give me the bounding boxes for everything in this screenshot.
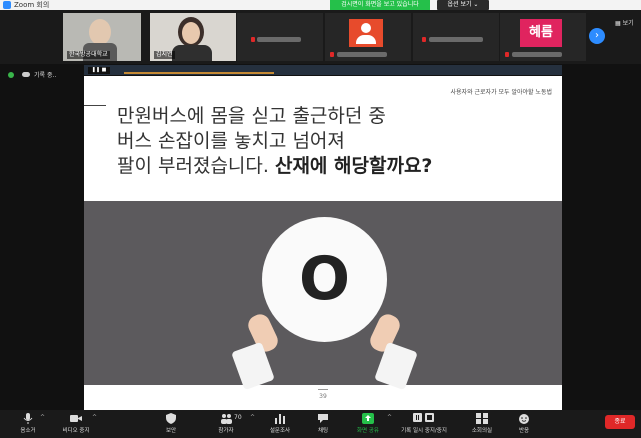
title-bar: Zoom 회의	[0, 0, 641, 10]
cloud-icon	[22, 72, 30, 77]
slide-question-line3: 팔이 부러졌습니다. 산재에 해당할까요?	[117, 155, 432, 177]
slide-question-emphasis: 산재에 해당할까요?	[274, 155, 433, 177]
recording-label: 기록 중..	[34, 72, 57, 79]
slide-page-number: 39	[319, 393, 327, 400]
slide-question-line1: 만원버스에 몸을 싣고 출근하던 중	[117, 105, 386, 127]
mute-button[interactable]: 음소거	[2, 410, 54, 438]
record-label: 기록 일시 중지/중지	[401, 428, 447, 434]
share-toolbar: ❚❚ ■	[84, 65, 562, 75]
security-shield-icon	[8, 72, 14, 78]
share-options-caret-icon[interactable]: ^	[387, 414, 392, 421]
slide-question-line3-text: 팔이 부러졌습니다.	[117, 155, 275, 177]
security-label: 보안	[165, 428, 177, 434]
participant-tile[interactable]: 혜름	[500, 13, 586, 61]
stop-video-label: 비디오 중지	[62, 428, 90, 434]
o-sign-letter: O	[298, 244, 350, 314]
participant-tile[interactable]: 김지연	[150, 13, 236, 61]
meeting-toolbar: 음소거 ^ 비디오 중지 ^ 보안 참가자 70 ^ 설문조사 채팅 화면 공유…	[0, 410, 641, 438]
muted-mic-icon	[330, 52, 334, 57]
reaction-smiley-icon	[519, 414, 529, 424]
slide-question-line2: 버스 손잡이를 놓치고 넘어져	[117, 130, 345, 152]
participants-label: 참가자	[218, 428, 234, 434]
reactions-button[interactable]: 반응	[498, 410, 550, 438]
microphone-icon	[23, 413, 33, 424]
poll-chart-icon	[275, 414, 285, 424]
participant-tile[interactable]	[237, 13, 323, 61]
pause-stop-recording-toolbar-button[interactable]: 기록 일시 중지/중지	[394, 410, 454, 438]
next-page-icon[interactable]: ›	[589, 28, 605, 44]
presentation-slide: 사용자와 근로자가 모두 알아야할 노동법 만원버스에 몸을 싣고 출근하던 중…	[84, 76, 562, 410]
zoom-logo-icon	[3, 1, 11, 9]
share-screen-label: 화면 공유	[357, 428, 379, 434]
slide-tag: 사용자와 근로자가 모두 알아야할 노동법	[450, 89, 552, 96]
muted-mic-icon	[251, 37, 255, 42]
mute-label: 음소거	[20, 428, 36, 434]
avatar-initials: 혜름	[520, 19, 562, 47]
participant-face	[89, 19, 111, 45]
shield-icon	[166, 413, 176, 424]
muted-mic-icon	[422, 37, 426, 42]
page-indicator-bar	[318, 389, 328, 390]
security-button[interactable]: 보안	[145, 410, 197, 438]
participants-icon	[221, 414, 232, 424]
participant-tile[interactable]	[413, 13, 499, 61]
participants-button[interactable]: 참가자	[200, 410, 252, 438]
participant-body	[172, 45, 212, 61]
default-avatar	[349, 19, 383, 47]
screen-share-banner: 검시면이 화면을 보고 있습니다	[330, 0, 430, 10]
avatar-head-icon	[361, 23, 371, 33]
participant-tile[interactable]: 한국방공대학교	[63, 13, 141, 61]
blurred-name	[429, 37, 483, 42]
reactions-label: 반응	[518, 428, 530, 434]
avatar-body-icon	[356, 35, 376, 44]
blurred-name	[337, 52, 387, 57]
pause-stop-icon	[413, 413, 434, 422]
end-meeting-button[interactable]: 종료	[605, 415, 635, 429]
slide-divider	[84, 105, 106, 106]
muted-mic-icon	[505, 52, 509, 57]
participants-count: 70	[234, 414, 242, 421]
audio-options-caret-icon[interactable]: ^	[40, 414, 45, 421]
pause-stop-recording-button[interactable]: ❚❚ ■	[88, 67, 110, 74]
participant-name: 한국방공대학교	[67, 51, 110, 59]
breakout-rooms-icon	[476, 413, 488, 424]
video-options-caret-icon[interactable]: ^	[92, 414, 97, 421]
participant-tile[interactable]	[325, 13, 411, 61]
view-button[interactable]: ▦ 보기	[615, 18, 634, 27]
share-screen-icon	[362, 413, 374, 424]
blurred-name	[512, 52, 562, 57]
window-title: Zoom 회의	[14, 1, 50, 9]
participant-gallery: 한국방공대학교 김지연 혜름	[0, 10, 641, 64]
chat-bubble-icon	[318, 414, 328, 423]
video-camera-icon	[70, 415, 82, 422]
participant-face	[182, 22, 200, 44]
recording-status: 기록 중..	[8, 70, 56, 79]
participant-name: 김지연	[154, 51, 175, 59]
blurred-name	[257, 37, 301, 42]
slide-accent-stripe	[124, 72, 274, 74]
view-options-button[interactable]: 옵션 보기 ⌄	[437, 0, 489, 10]
